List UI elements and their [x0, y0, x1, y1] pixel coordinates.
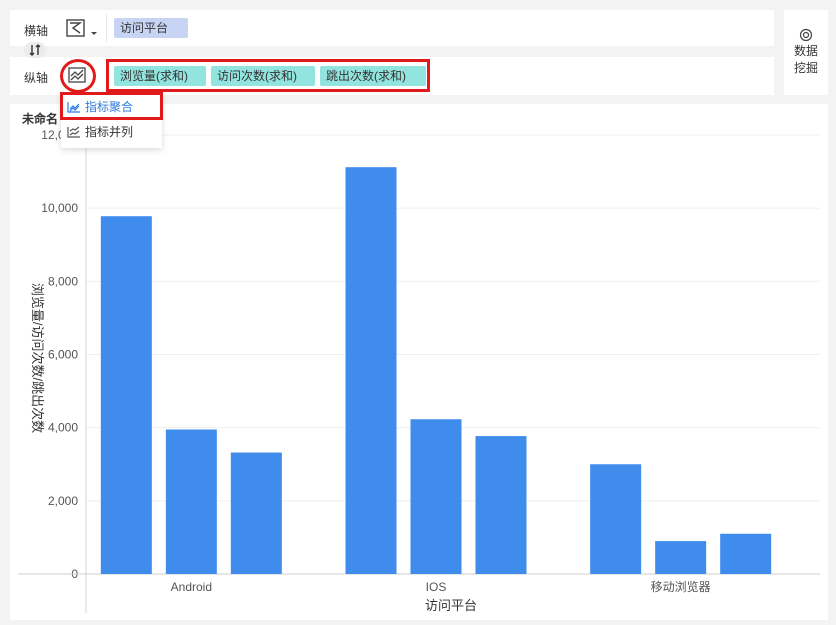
y-field-pill-visits[interactable]: 访问次数(求和)	[211, 66, 315, 86]
menu-item-parallel[interactable]: 指标并列	[61, 120, 162, 144]
menu-item-aggregate[interactable]: 指标聚合	[61, 95, 162, 119]
x-axis-label: 横轴	[24, 24, 49, 38]
swap-axes-button[interactable]	[24, 42, 46, 58]
y-field-pill-pageviews[interactable]: 浏览量(求和)	[114, 66, 206, 86]
data-mining-button[interactable]: 数据 挖掘	[788, 28, 824, 77]
y-axis-label: 纵轴	[24, 71, 49, 85]
aggregate-icon	[67, 102, 80, 113]
y-field-pill-bounces[interactable]: 跳出次数(求和)	[320, 66, 426, 86]
menu-item-parallel-label: 指标并列	[85, 125, 134, 139]
chart-title: 未命名	[22, 112, 59, 126]
menu-item-aggregate-label: 指标聚合	[85, 100, 134, 114]
data-mining-label-line2: 挖掘	[793, 61, 818, 75]
line-chart-icon	[68, 67, 86, 83]
x-field-pill[interactable]: 访问平台	[114, 18, 188, 38]
aggregation-menu: 指标聚合 指标并列	[61, 94, 162, 148]
parallel-icon	[67, 126, 80, 138]
y-chart-type-button[interactable]	[64, 64, 92, 88]
data-mining-label-line1: 数据	[793, 44, 818, 58]
chart-type-icon	[66, 19, 97, 37]
swap-icon	[29, 44, 41, 56]
chart-panel	[10, 104, 828, 620]
data-mining-icon	[799, 28, 813, 42]
x-chart-type-button[interactable]	[64, 18, 100, 40]
